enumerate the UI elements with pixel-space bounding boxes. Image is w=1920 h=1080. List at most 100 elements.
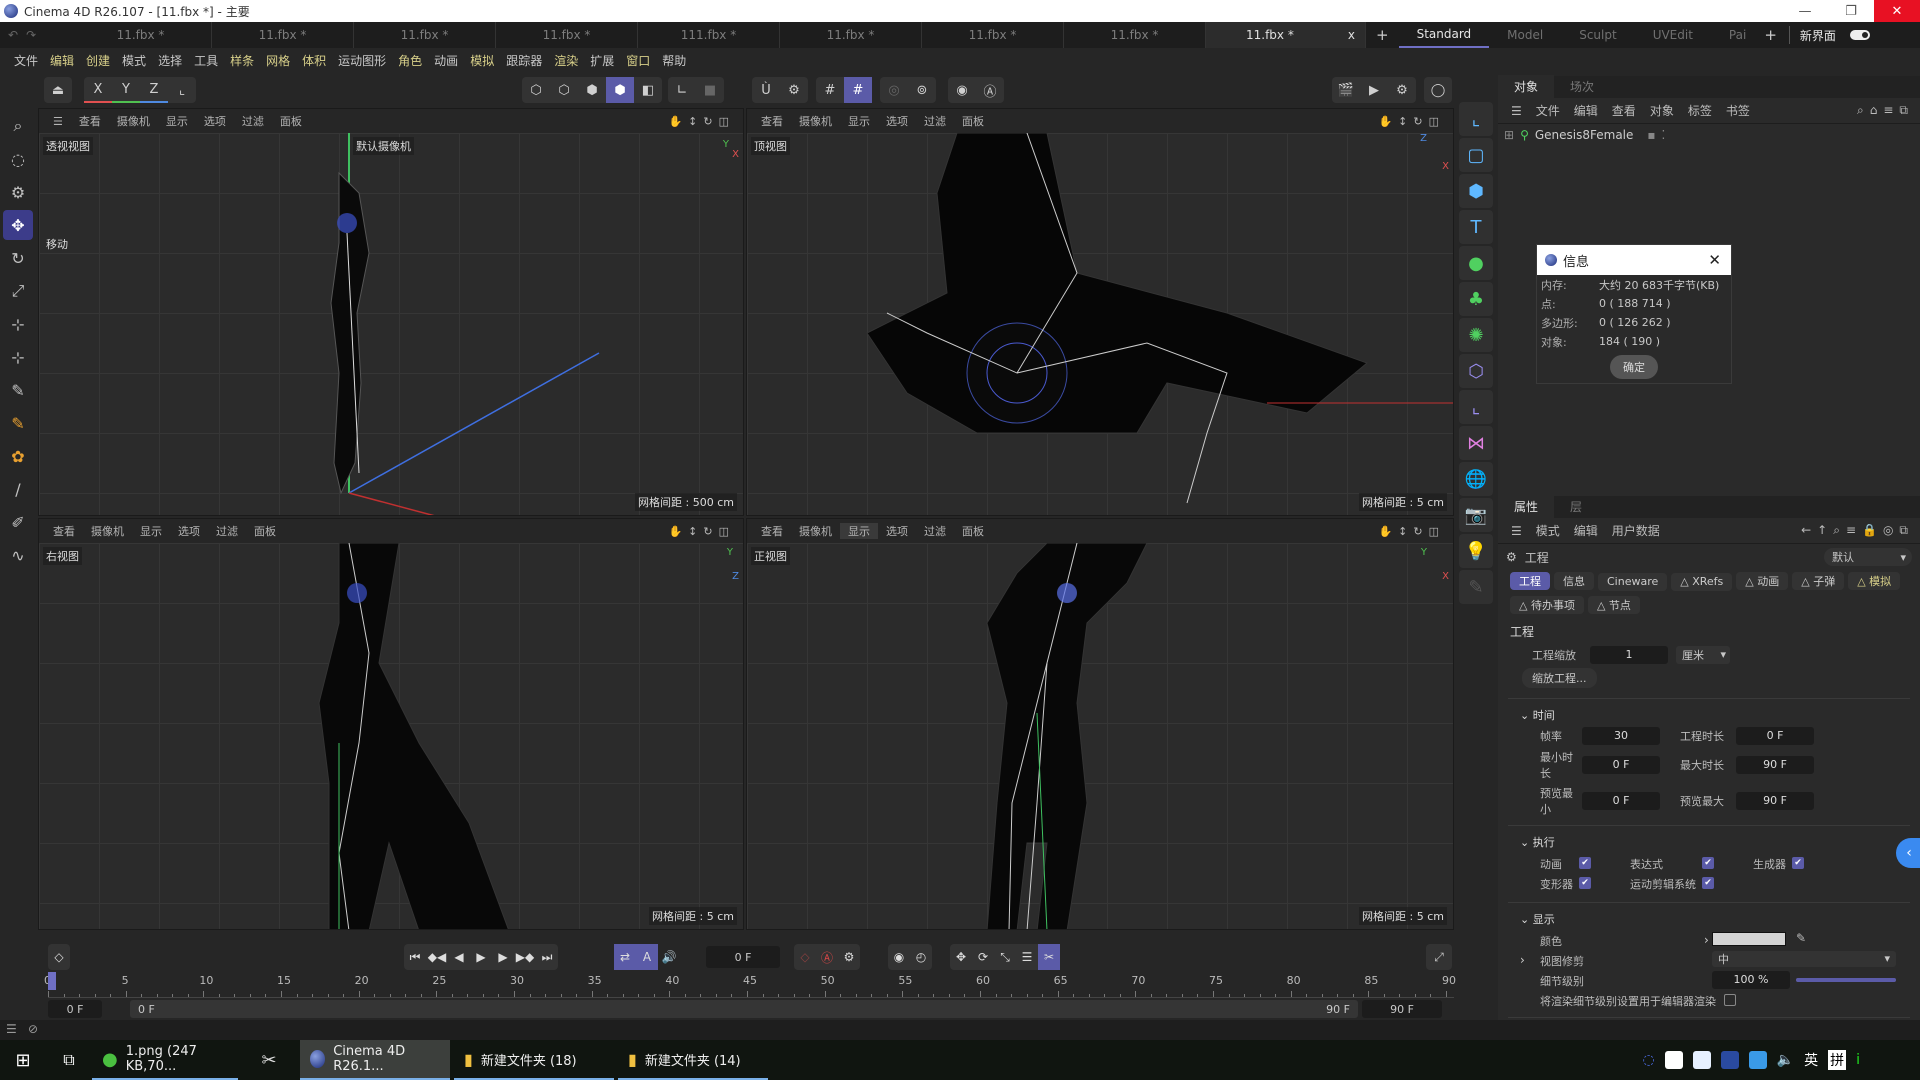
windows-start-icon[interactable]: ⊞ [0,1050,46,1071]
vp-menu-display[interactable]: 显示 [158,113,196,129]
spline-rectangle-icon[interactable]: ▢ [1459,138,1493,172]
visibility-icon[interactable]: ◉ [948,77,976,103]
vp-menu-view[interactable]: 查看 [71,113,109,129]
snap-settings-icon[interactable]: ⚙ [780,77,808,103]
doc-tab[interactable]: 11.fbx * [922,22,1064,48]
visibility-dots-icon[interactable]: ⁚ [1662,128,1666,142]
viewport-right[interactable]: 查看 摄像机 显示 选项 过滤 面板 ✋↕↻◫ 右视图 Y Z 网格间距 : 5… [38,518,744,930]
spline-pen-icon[interactable]: ✎ [3,375,33,405]
layout-tab-uvedit[interactable]: UVEdit [1635,22,1711,48]
task-view-icon[interactable]: ⧉ [46,1050,92,1070]
prev-frame-icon[interactable]: ◀ [448,944,470,970]
menu-item[interactable]: 跟踪器 [500,52,548,69]
volume-icon[interactable]: ⋈ [1459,426,1493,460]
axis-x-button[interactable]: X [84,77,112,103]
effector-icon[interactable]: ✺ [1459,318,1493,352]
om-menu-view[interactable]: 查看 [1605,102,1643,119]
add-layout-button[interactable]: + [1752,26,1790,44]
deformer-icon[interactable]: ⬡ [1459,354,1493,388]
minimize-button[interactable]: — [1782,0,1828,22]
playhead[interactable] [48,972,56,990]
scale-unit-dropdown[interactable]: 厘米 ▾ [1676,645,1730,664]
om-menu-object[interactable]: 对象 [1643,102,1681,119]
view-clip-dropdown[interactable]: 中 ▾ [1712,950,1896,967]
am-menu-userdata[interactable]: 用户数据 [1605,522,1667,539]
knife-icon[interactable]: ✐ [3,507,33,537]
grid-lock-icon[interactable]: # [844,77,872,103]
layout-tab-model[interactable]: Model [1489,22,1561,48]
axis-z-button[interactable]: Z [140,77,168,103]
position-key-icon[interactable]: ✥ [950,944,972,970]
vp-menu-panel[interactable]: 面板 [954,523,992,539]
vp-menu-view[interactable]: 查看 [753,523,791,539]
doc-tab-active[interactable]: 11.fbx * x [1206,22,1366,48]
tray-app-icon[interactable]: ◌ [1642,1052,1654,1068]
taskbar-item[interactable]: ● 1.png (247 KB,70... [92,1040,238,1080]
tray-app-icon[interactable] [1692,1051,1711,1069]
hamburger-icon[interactable]: ☰ [6,1022,17,1036]
end-frame-field[interactable]: 90 F [1362,1000,1442,1018]
loop-icon[interactable]: ⇄ [614,944,636,970]
execute-section-header[interactable]: ⌄ 执行 [1498,834,1920,856]
object-list-item[interactable]: ⊞ ⚲ Genesis8Female ▪ ⁚ [1498,124,1920,146]
doc-tab[interactable]: 11.fbx * [70,22,212,48]
expand-icon[interactable]: ⊞ [1504,128,1514,142]
chevron-right-icon[interactable]: › [1704,933,1709,947]
sketch-tool-icon[interactable]: ✎ [3,408,33,438]
menu-item[interactable]: 编辑 [44,52,80,69]
timeline-expand-icon[interactable]: ⤢ [1426,944,1452,970]
hamburger-icon[interactable]: ☰ [1504,104,1529,118]
rotate-tool-icon[interactable]: ↻ [3,243,33,273]
lod-slider[interactable] [1796,977,1896,982]
uv-mode-icon[interactable]: ◧ [634,77,662,103]
vp-menu-view[interactable]: 查看 [753,113,791,129]
om-menu-tags[interactable]: 标签 [1681,102,1719,119]
taskbar-item-active[interactable]: Cinema 4D R26.1... [300,1040,450,1080]
doc-tab[interactable]: 11.fbx * [354,22,496,48]
menu-item[interactable]: 样条 [224,52,260,69]
tab-attributes[interactable]: 属性 [1498,495,1555,518]
ime-language[interactable]: 英 [1804,1050,1818,1070]
tray-app-icon[interactable] [1664,1051,1683,1069]
tab-objects[interactable]: 对象 [1498,75,1555,98]
volume-icon[interactable]: 🔈 [1777,1052,1794,1068]
fps-input[interactable]: 30 [1582,726,1660,745]
om-menu-file[interactable]: 文件 [1529,102,1567,119]
model-mode-icon[interactable]: ⬢ [606,77,634,103]
menu-item[interactable]: 网格 [260,52,296,69]
preset-dropdown[interactable]: 默认 ▾ [1824,548,1912,566]
display-section-header[interactable]: ⌄ 显示 [1498,911,1920,931]
current-frame-field[interactable]: 0 F [706,946,780,968]
menu-item[interactable]: 窗口 [620,52,656,69]
menu-item[interactable]: 模拟 [464,52,500,69]
object-edit-icon[interactable]: ▪ [1647,128,1655,142]
generator-icon[interactable]: ● [1459,246,1493,280]
go-to-end-icon[interactable]: ⏭ [536,944,558,970]
chip-xrefs[interactable]: △ XRefs [1671,572,1733,591]
eyedropper-icon[interactable]: ✎ [1796,931,1806,945]
axis-y-button[interactable]: Y [112,77,140,103]
vp-menu-filter[interactable]: 过滤 [234,113,272,129]
next-key-icon[interactable]: ▶◆ [514,944,536,970]
null-object-icon[interactable]: ⌞ [1459,102,1493,136]
light-icon[interactable]: 💡 [1459,534,1493,568]
prev-key-icon[interactable]: ◆◀ [426,944,448,970]
min-time-input[interactable]: 0 F [1582,755,1660,774]
chip-cineware[interactable]: Cineware [1598,572,1668,591]
vp-menu-filter[interactable]: 过滤 [916,523,954,539]
hamburger-icon[interactable]: ☰ [1504,524,1529,538]
go-to-start-icon[interactable]: ⏮ [404,944,426,970]
vp-menu-options[interactable]: 选项 [170,523,208,539]
viewport-perspective[interactable]: ☰ 查看 摄像机 显示 选项 过滤 面板 ✋↕↻◫ 透视视图 默认摄像机 移动 … [38,108,744,516]
grid-icon[interactable]: # [816,77,844,103]
edges-mode-icon[interactable]: ⬡ [550,77,578,103]
axis-mode-icon[interactable]: ∟ [668,77,696,103]
scale-project-button[interactable]: 缩放工程... [1522,667,1597,688]
new-ui-toggle[interactable] [1849,30,1870,40]
soft-selection-icon[interactable]: ◎ [880,77,908,103]
duration-input[interactable]: 0 F [1736,726,1814,745]
add-tab-button[interactable]: + [1366,26,1399,44]
preview-max-input[interactable]: 90 F [1736,791,1814,810]
selection-tool-icon[interactable]: ⚙ [3,177,33,207]
field-icon[interactable]: ⌞ [1459,390,1493,424]
